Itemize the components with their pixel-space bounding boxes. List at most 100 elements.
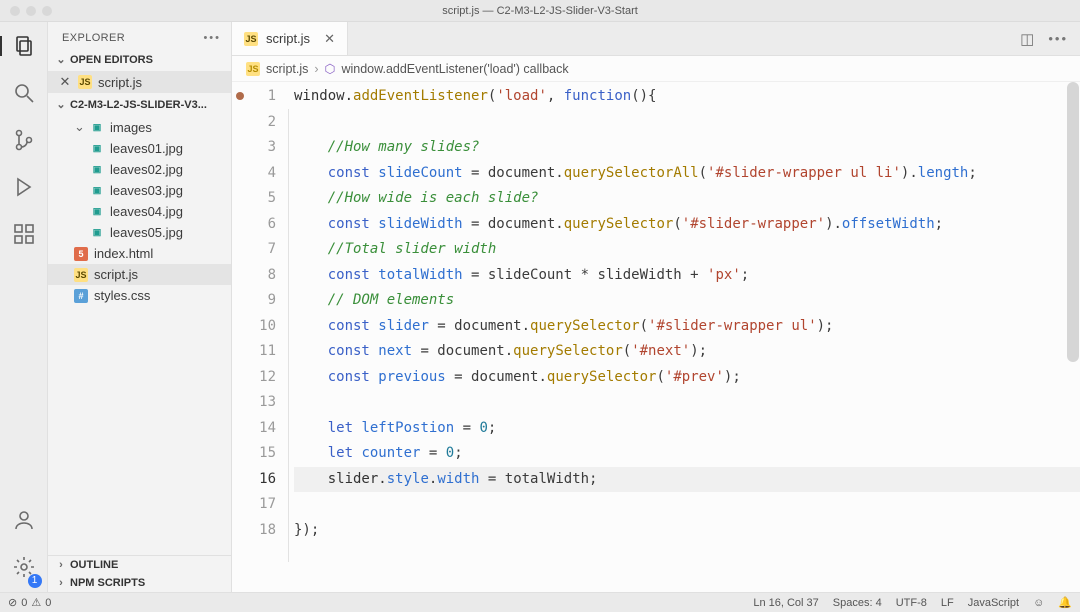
chevron-right-icon: › bbox=[314, 62, 318, 76]
file-name: script.js bbox=[94, 267, 138, 282]
account-icon[interactable] bbox=[12, 508, 36, 535]
outline-section[interactable]: › OUTLINE bbox=[48, 556, 231, 574]
close-icon[interactable]: ✕ bbox=[324, 31, 335, 47]
folder-item[interactable]: ⌄ ▣ images bbox=[48, 116, 231, 138]
explorer-icon[interactable] bbox=[12, 34, 36, 61]
status-problems[interactable]: ⊘0 ⚠0 bbox=[8, 596, 51, 609]
file-name: styles.css bbox=[94, 288, 150, 303]
notifications-icon[interactable]: 🔔 bbox=[1058, 596, 1072, 609]
code-line: window.addEventListener('load', function… bbox=[294, 84, 1080, 110]
code-line: const totalWidth = slideCount * slideWid… bbox=[294, 263, 1080, 289]
status-encoding[interactable]: UTF-8 bbox=[896, 597, 927, 609]
js-file-icon: JS bbox=[78, 75, 92, 89]
line-number-gutter: 123456789101112131415161718 bbox=[248, 82, 286, 592]
code-line: const previous = document.querySelector(… bbox=[294, 365, 1080, 391]
search-icon[interactable] bbox=[12, 81, 36, 108]
open-editors-section[interactable]: ⌄ OPEN EDITORS bbox=[48, 50, 231, 69]
breadcrumb[interactable]: JS script.js › ⬡ window.addEventListener… bbox=[232, 56, 1080, 82]
file-name: leaves02.jpg bbox=[110, 162, 183, 177]
code-line: const slideCount = document.querySelecto… bbox=[294, 161, 1080, 187]
split-editor-icon[interactable]: ◫ bbox=[1020, 30, 1034, 48]
tab-label: script.js bbox=[266, 31, 310, 46]
file-tree: ⌄ ▣ images ▣ leaves01.jpg ▣ leaves02.jpg… bbox=[48, 114, 231, 308]
explorer-sidebar: EXPLORER ••• ⌄ OPEN EDITORS ✕ JS script.… bbox=[48, 22, 232, 592]
file-name: leaves03.jpg bbox=[110, 183, 183, 198]
image-file-icon: ▣ bbox=[90, 184, 104, 198]
open-editor-name: script.js bbox=[98, 75, 142, 90]
feedback-icon[interactable]: ☺ bbox=[1033, 597, 1044, 609]
gutter-modified-indicator bbox=[232, 82, 248, 592]
file-item[interactable]: ▣ leaves04.jpg bbox=[48, 201, 231, 222]
explorer-more-icon[interactable]: ••• bbox=[203, 32, 221, 44]
code-line: }); bbox=[294, 518, 1080, 544]
file-item[interactable]: # styles.css bbox=[48, 285, 231, 306]
image-file-icon: ▣ bbox=[90, 205, 104, 219]
html-file-icon: 5 bbox=[74, 247, 88, 261]
file-item[interactable]: ▣ leaves05.jpg bbox=[48, 222, 231, 243]
folder-name: images bbox=[110, 120, 152, 135]
activity-bar: 1 bbox=[0, 22, 48, 592]
file-item[interactable]: JS script.js bbox=[48, 264, 231, 285]
settings-gear-icon[interactable]: 1 bbox=[12, 555, 36, 582]
code-line: let leftPostion = 0; bbox=[294, 416, 1080, 442]
folder-icon: ▣ bbox=[90, 120, 104, 134]
code-line: const slider = document.querySelector('#… bbox=[294, 314, 1080, 340]
file-item[interactable]: ▣ leaves03.jpg bbox=[48, 180, 231, 201]
vertical-scrollbar[interactable] bbox=[1067, 82, 1079, 362]
code-line bbox=[294, 492, 1080, 518]
window-title: script.js — C2-M3-L2-JS-Slider-V3-Start bbox=[0, 5, 1080, 17]
status-language[interactable]: JavaScript bbox=[968, 597, 1019, 609]
status-eol[interactable]: LF bbox=[941, 597, 954, 609]
npm-scripts-section[interactable]: › NPM SCRIPTS bbox=[48, 574, 231, 592]
error-icon: ⊘ bbox=[8, 596, 17, 609]
code-line: //How many slides? bbox=[294, 135, 1080, 161]
file-item[interactable]: ▣ leaves02.jpg bbox=[48, 159, 231, 180]
open-editor-item[interactable]: ✕ JS script.js bbox=[48, 71, 231, 93]
titlebar: script.js — C2-M3-L2-JS-Slider-V3-Start bbox=[0, 0, 1080, 22]
file-item[interactable]: 5 index.html bbox=[48, 243, 231, 264]
symbol-icon: ⬡ bbox=[325, 61, 336, 76]
npm-label: NPM SCRIPTS bbox=[70, 577, 145, 589]
file-name: index.html bbox=[94, 246, 153, 261]
breadcrumb-symbol[interactable]: window.addEventListener('load') callback bbox=[341, 62, 568, 76]
tab-script-js[interactable]: JS script.js ✕ bbox=[232, 22, 348, 55]
close-icon[interactable]: ✕ bbox=[58, 74, 72, 90]
code-line bbox=[294, 110, 1080, 136]
file-name: leaves01.jpg bbox=[110, 141, 183, 156]
status-spaces[interactable]: Spaces: 4 bbox=[833, 597, 882, 609]
tab-more-icon[interactable]: ••• bbox=[1048, 31, 1068, 46]
folder-label: C2-M3-L2-JS-SLIDER-V3... bbox=[70, 99, 207, 111]
image-file-icon: ▣ bbox=[90, 226, 104, 240]
open-editors-list: ✕ JS script.js bbox=[48, 69, 231, 95]
extensions-icon[interactable] bbox=[12, 222, 36, 249]
run-icon[interactable] bbox=[12, 175, 36, 202]
tab-bar: JS script.js ✕ ◫ ••• bbox=[232, 22, 1080, 56]
chevron-right-icon: › bbox=[56, 577, 66, 589]
code-line: let counter = 0; bbox=[294, 441, 1080, 467]
code-line: const next = document.querySelector('#ne… bbox=[294, 339, 1080, 365]
code-line: slider.style.width = totalWidth; bbox=[294, 467, 1080, 493]
image-file-icon: ▣ bbox=[90, 163, 104, 177]
file-name: leaves04.jpg bbox=[110, 204, 183, 219]
editor-area: JS script.js ✕ ◫ ••• JS script.js › ⬡ wi… bbox=[232, 22, 1080, 592]
js-file-icon: JS bbox=[244, 32, 258, 46]
status-lncol[interactable]: Ln 16, Col 37 bbox=[753, 597, 818, 609]
settings-badge: 1 bbox=[28, 574, 42, 588]
js-file-icon: JS bbox=[246, 62, 260, 76]
chevron-down-icon: ⌄ bbox=[56, 53, 66, 66]
chevron-right-icon: › bbox=[56, 559, 66, 571]
chevron-down-icon: ⌄ bbox=[74, 119, 84, 135]
code-line: //Total slider width bbox=[294, 237, 1080, 263]
breadcrumb-file[interactable]: script.js bbox=[266, 62, 308, 76]
code-editor[interactable]: 123456789101112131415161718 window.addEv… bbox=[232, 82, 1080, 592]
css-file-icon: # bbox=[74, 289, 88, 303]
image-file-icon: ▣ bbox=[90, 142, 104, 156]
js-file-icon: JS bbox=[74, 268, 88, 282]
status-bar: ⊘0 ⚠0 Ln 16, Col 37 Spaces: 4 UTF-8 LF J… bbox=[0, 592, 1080, 612]
source-control-icon[interactable] bbox=[12, 128, 36, 155]
file-item[interactable]: ▣ leaves01.jpg bbox=[48, 138, 231, 159]
code-content[interactable]: window.addEventListener('load', function… bbox=[286, 82, 1080, 592]
code-line bbox=[294, 390, 1080, 416]
folder-section[interactable]: ⌄ C2-M3-L2-JS-SLIDER-V3... bbox=[48, 95, 231, 114]
code-line: const slideWidth = document.querySelecto… bbox=[294, 212, 1080, 238]
